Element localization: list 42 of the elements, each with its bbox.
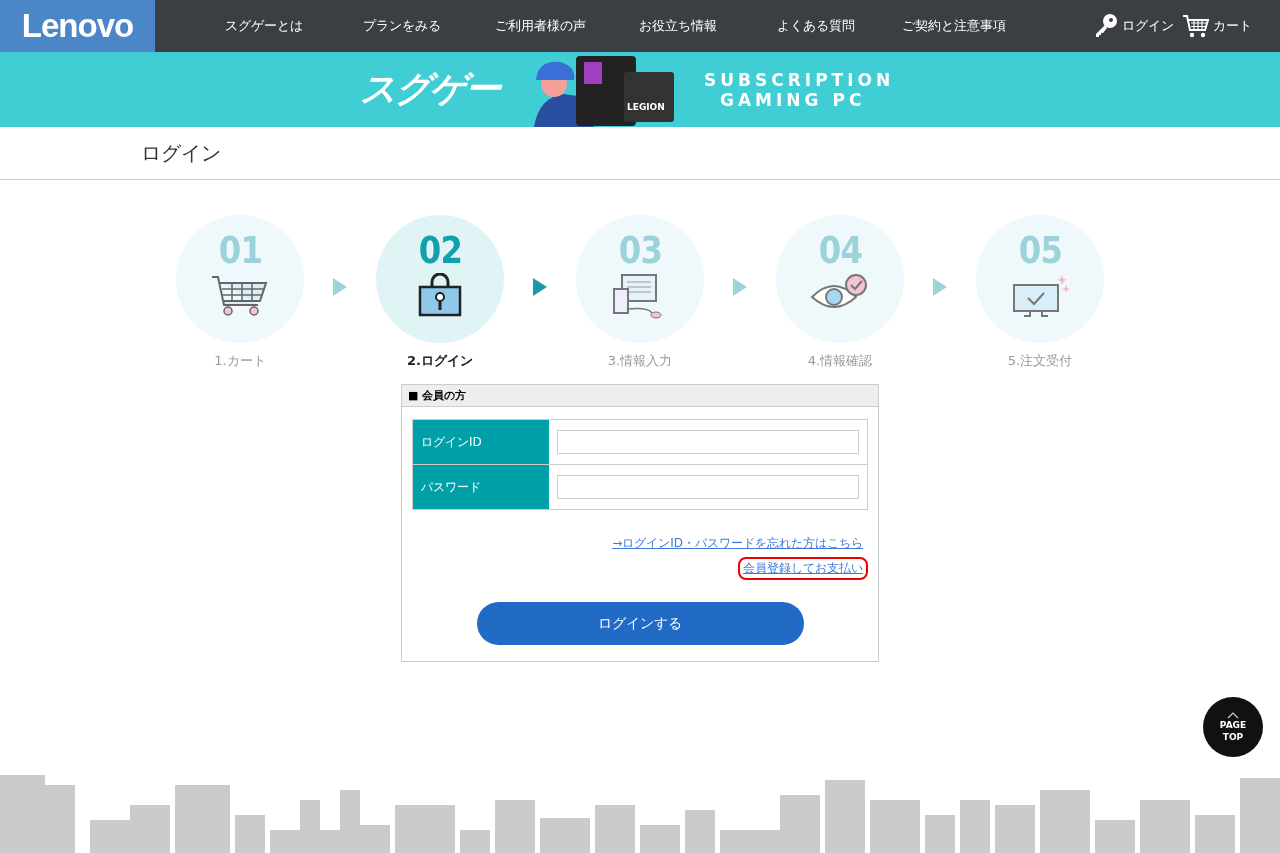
step-label: 3.情報入力 xyxy=(607,352,673,370)
step-label: 5.注文受付 xyxy=(1007,352,1073,370)
input-field[interactable] xyxy=(557,430,859,454)
nav-link[interactable]: ご契約と注意事項 xyxy=(885,17,1023,35)
step-number: 03 xyxy=(618,229,662,271)
padlock-icon xyxy=(417,273,463,317)
nav-link[interactable]: ご利用者様の声 xyxy=(471,17,609,35)
page-title: ログイン xyxy=(141,139,221,167)
cart-icon xyxy=(210,273,270,317)
step-arrow-icon xyxy=(333,278,347,296)
text-link[interactable]: 会員登録してお支払い xyxy=(738,557,868,580)
nav-link[interactable]: スグゲーとは xyxy=(195,17,333,35)
backpack-label: LEGION xyxy=(627,102,665,112)
step-label: 1.カート xyxy=(214,352,266,370)
nav-link[interactable]: プランをみる xyxy=(333,17,471,35)
field-label: パスワード xyxy=(413,465,549,509)
panel-heading: ■ 会員の方 xyxy=(402,385,878,407)
banner-tagline: GAMING PC xyxy=(719,89,867,110)
key-icon[interactable] xyxy=(1093,13,1119,39)
step-number: 02 xyxy=(418,229,462,271)
banner-tagline: SUBSCRIPTION xyxy=(704,69,895,90)
page-top-button[interactable]: PAGE TOP xyxy=(1203,697,1263,757)
chevron-up-icon xyxy=(1227,711,1239,719)
cart-link[interactable]: カート xyxy=(1213,17,1252,35)
nav-link[interactable]: よくある質問 xyxy=(747,17,885,35)
step-arrow-icon xyxy=(533,278,547,296)
step-number: 04 xyxy=(818,229,862,271)
step-label: 4.情報確認 xyxy=(807,352,873,370)
nav-link[interactable]: お役立ち情報 xyxy=(609,17,747,35)
step-number: 05 xyxy=(1018,229,1062,271)
login-button[interactable]: ログインする xyxy=(476,602,804,645)
step-number: 01 xyxy=(218,229,262,271)
field-label: ログインID xyxy=(413,420,549,464)
step-arrow-icon xyxy=(933,278,947,296)
login-link[interactable]: ログイン xyxy=(1122,17,1174,35)
monitor-check-icon xyxy=(1010,273,1070,319)
cart-icon[interactable] xyxy=(1182,13,1210,39)
step-arrow-icon xyxy=(733,278,747,296)
input-field[interactable] xyxy=(557,475,859,499)
step-label: 2.ログイン xyxy=(407,352,473,370)
text-link[interactable]: →ログインID・パスワードを忘れた方はこちら xyxy=(607,532,868,555)
lenovo-logo[interactable]: Lenovo xyxy=(0,0,155,52)
